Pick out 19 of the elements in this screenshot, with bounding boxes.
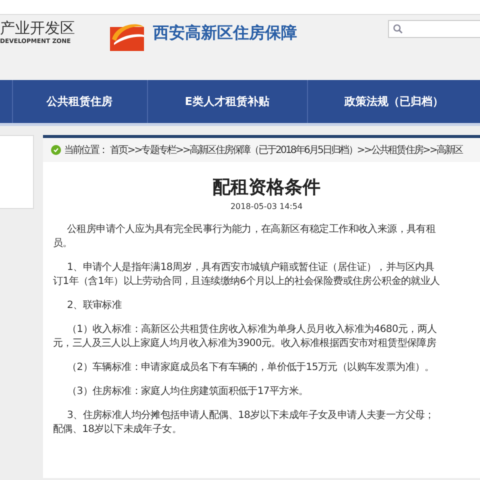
zone-name: 产业开发区 xyxy=(0,18,76,38)
paragraph: 3、住房标准人均分摊包括申请人配偶、18岁以下未成年子女及申请人夫妻一方父母； 配偶、18岁以下未成年子女。 xyxy=(53,409,436,437)
breadcrumb-label: 当前位置： xyxy=(64,144,108,157)
nav-link[interactable]: 政策法规（已归档） xyxy=(308,80,480,123)
search-icon xyxy=(393,24,403,34)
search-field[interactable] xyxy=(388,20,480,38)
breadcrumb-path[interactable]: 首页>>专题专栏>>高新区住房保障（已于2018年6月5日归档）>>公共租赁住房>>高新区 xyxy=(110,143,462,157)
article-title: 配租资格条件 xyxy=(212,176,322,199)
article-date: 2018-05-03 14:54 xyxy=(229,202,304,211)
nav-link[interactable]: E类人才租赁补贴 xyxy=(148,80,308,123)
paragraph: （3）住房标准：家庭人均住房建筑面积低于17平方米。 xyxy=(66,385,310,399)
site-title: 西安高新区住房保障 xyxy=(153,23,297,44)
paragraph: （1）收入标准：高新区公共租赁住房收入标准为单身人员月收入标准为4680元，两人 元，三人及三人以上家庭人均月收入标准为3900元。收入标准根据西安市对租赁型保障房 xyxy=(53,323,438,351)
paragraph: 2、联审标准 xyxy=(66,299,123,313)
nav-link[interactable]: 公共租赁住房 xyxy=(12,80,148,123)
paragraph: 公租房申请个人应为具有完全民事行为能力，在高新区有稳定工作和收入来源，具有租 员。 xyxy=(53,223,437,251)
paragraph: （2）车辆标准：申请家庭成员名下有车辆的，单价低于15万元（以购车发票为准）。 xyxy=(66,361,436,375)
paragraph: 1、申请个人是指年满18周岁，具有西安市城镇户籍或暂住证（居住证），并与区内具 订1年（含1年）以上劳动合同，且连续缴纳6个月以上的社会保险费或住房公积金的就业人 xyxy=(53,261,441,289)
location-icon xyxy=(51,145,61,155)
